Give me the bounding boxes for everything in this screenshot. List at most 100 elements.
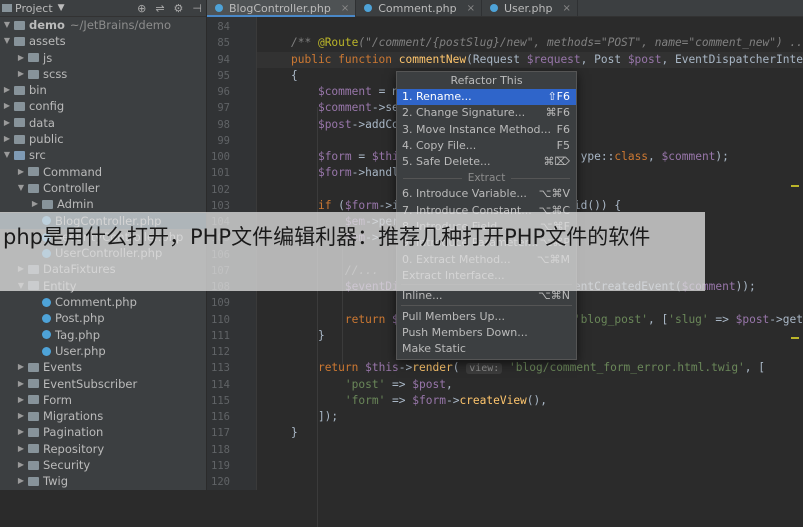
chevron-right-icon[interactable]: ▶ [16,457,26,473]
chevron-down-icon[interactable]: ▼ [2,147,12,163]
tree-folder-item[interactable]: ▶Migrations [0,408,206,424]
code-token: ]); [291,410,338,423]
code-token [291,361,318,374]
chevron-right-icon[interactable]: ▶ [16,392,26,408]
error-stripe-mark[interactable] [791,185,799,187]
tree-folder-item[interactable]: ▶bin [0,82,206,98]
tree-file-item[interactable]: Comment.php [0,294,206,310]
banner-text: php是用什么打开，PHP文件编辑利器：推荐几种打开PHP文件的软件 [3,222,803,252]
php-file-icon [42,314,51,323]
chevron-right-icon[interactable]: ▶ [2,98,12,114]
code-token: , EventDispatcherInterfa [662,53,803,66]
tree-folder-item[interactable]: ▶Admin [0,196,206,212]
close-icon[interactable]: × [562,3,570,14]
editor-tab[interactable]: BlogController.php× [207,0,356,16]
line-number: 98 [217,117,230,133]
code-token: => [709,313,736,326]
close-icon[interactable]: × [341,3,349,14]
tree-folder-item[interactable]: ▶public [0,131,206,147]
tree-folder-item[interactable]: ▶Repository [0,441,206,457]
error-stripe-mark[interactable] [791,337,799,339]
refactor-menu-item[interactable]: 5. Safe Delete...⌘⌦ [397,154,576,170]
code-token [291,150,318,163]
refactor-menu-item[interactable]: Pull Members Up... [397,309,576,325]
tree-file-item[interactable]: Tag.php [0,327,206,343]
chevron-right-icon[interactable]: ▶ [16,424,26,440]
chevron-down-icon[interactable]: ▼ [2,33,12,49]
project-panel-header: Project ▼ ⊕ ⇌ ⚙ ⊣ [0,0,206,17]
php-file-icon [42,330,51,339]
code-token: , [648,150,661,163]
refactor-menu-item[interactable]: 3. Move Instance Method...F6 [397,122,576,138]
chevron-right-icon[interactable]: ▶ [16,66,26,82]
tree-folder-item[interactable]: ▶ Command [0,164,206,180]
chevron-right-icon[interactable]: ▶ [16,359,26,375]
code-token: $form [318,166,352,179]
tree-item-label: js [43,50,52,66]
project-panel-title[interactable]: Project [15,2,53,15]
tree-folder-item[interactable]: ▶Security [0,457,206,473]
tree-folder-item[interactable]: ▶EventSubscriber [0,376,206,392]
hide-icon[interactable]: ⊣ [192,2,202,15]
chevron-right-icon[interactable]: ▶ [16,376,26,392]
tree-folder-item[interactable]: ▶Form [0,392,206,408]
tree-folder-item[interactable]: ▼src [0,147,206,163]
chevron-right-icon[interactable]: ▶ [16,408,26,424]
tree-folder-item[interactable]: ▼assets [0,33,206,49]
code-token: 'form' [345,394,385,407]
locate-icon[interactable]: ⊕ [137,2,146,15]
chevron-right-icon[interactable]: ▶ [2,115,12,131]
refactor-menu-item[interactable]: 4. Copy File...F5 [397,138,576,154]
refactor-menu-item[interactable]: Make Static [397,341,576,357]
tree-item-label: Events [43,359,82,375]
code-line: $comment = n [257,84,399,100]
collapse-icon[interactable]: ⇌ [155,2,164,15]
line-number: 118 [211,442,230,458]
code-token: = [352,150,372,163]
code-line: } [257,425,298,441]
tree-folder-item[interactable]: ▶data [0,115,206,131]
code-token [291,394,345,407]
refactor-menu-item[interactable]: Push Members Down... [397,325,576,341]
chevron-right-icon[interactable]: ▶ [16,473,26,489]
menu-separator-label: Extract [397,170,576,186]
tree-folder-item[interactable]: ▶ Events [0,359,206,375]
tree-item-label: Command [43,164,102,180]
line-number: 85 [217,35,230,51]
tree-file-item[interactable]: User.php [0,343,206,359]
tree-folder-item[interactable]: ▶Pagination [0,424,206,440]
chevron-right-icon[interactable]: ▶ [16,441,26,457]
refactor-menu-item[interactable]: 6. Introduce Variable...⌥⌘V [397,186,576,202]
folder-icon [28,379,39,388]
tree-folder-item[interactable]: ▶config [0,98,206,114]
menu-item-label: Push Members Down... [402,325,528,341]
chevron-down-icon[interactable]: ▼ [58,3,65,13]
tree-folder-item[interactable]: ▶scss [0,66,206,82]
code-token: public function [291,53,399,66]
line-number: 112 [211,344,230,360]
tree-folder-item[interactable]: ▼ Controller [0,180,206,196]
chevron-right-icon[interactable]: ▶ [16,50,26,66]
chevron-down-icon[interactable]: ▼ [16,180,26,196]
tree-folder-item[interactable]: ▼demo~/JetBrains/demo [0,17,206,33]
refactor-menu-item[interactable]: 1. Rename...⇧F6 [397,89,576,105]
chevron-right-icon[interactable]: ▶ [30,196,40,212]
chevron-down-icon[interactable]: ▼ [2,17,12,33]
chevron-right-icon[interactable]: ▶ [2,82,12,98]
code-line [257,344,291,360]
close-icon[interactable]: × [467,3,475,14]
editor-tab[interactable]: User.php× [482,0,578,16]
line-number: 95 [217,68,230,84]
editor-tab-bar: BlogController.php×Comment.php×User.php× [207,0,803,17]
tree-file-item[interactable]: Post.php [0,310,206,326]
tree-folder-item[interactable]: ▶ js [0,50,206,66]
tree-item-label: Controller [43,180,100,196]
chevron-right-icon[interactable]: ▶ [2,131,12,147]
chevron-right-icon[interactable]: ▶ [16,164,26,180]
folder-icon [28,461,39,470]
gear-icon[interactable]: ⚙ [174,2,184,15]
refactor-menu-item[interactable]: 2. Change Signature...⌘F6 [397,105,576,121]
folder-icon [14,135,25,144]
tree-folder-item[interactable]: ▶Twig [0,473,206,489]
editor-tab[interactable]: Comment.php× [356,0,482,16]
